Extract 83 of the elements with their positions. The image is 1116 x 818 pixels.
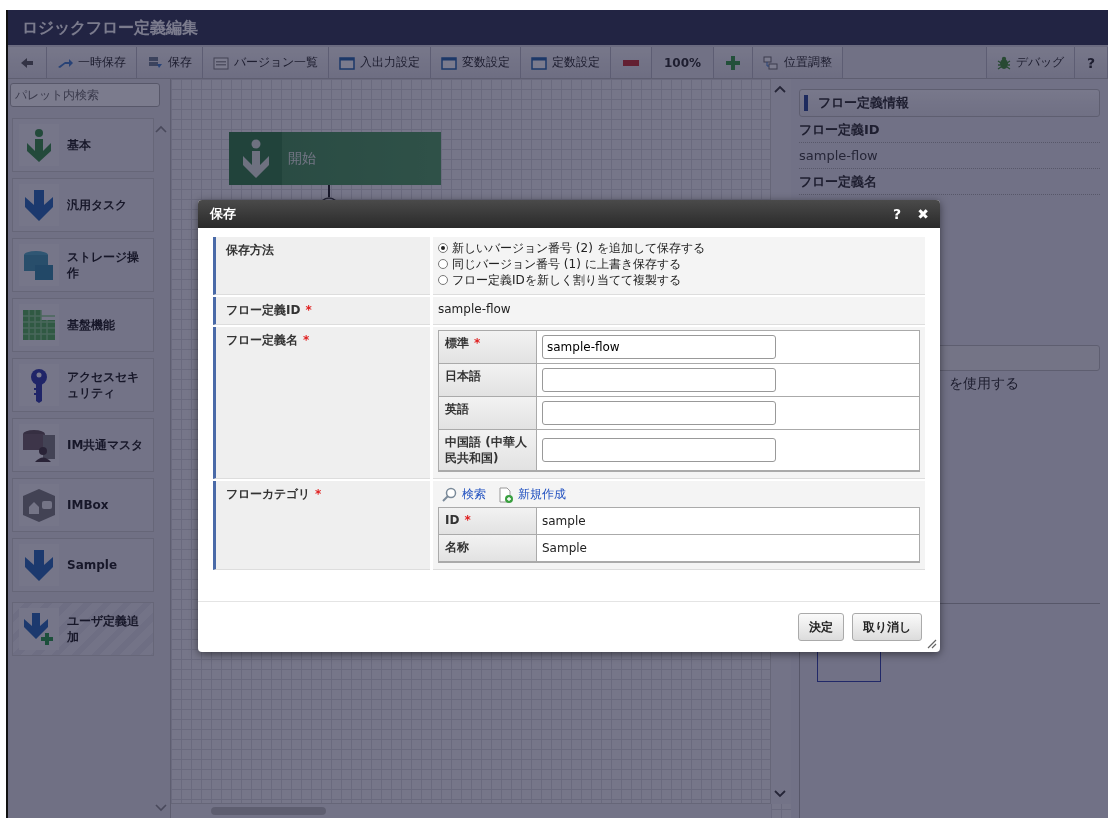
radio-option[interactable]: 同じバージョン番号 (1) に上書き保存する (438, 256, 920, 272)
text-field[interactable]: sample-flow (542, 335, 776, 359)
start-node[interactable]: 開始 (229, 132, 441, 185)
close-button[interactable]: ✖ (912, 206, 934, 222)
palette-item[interactable]: Sample (12, 538, 154, 592)
field-label: フロー定義ID * (213, 297, 430, 325)
building-icon (21, 307, 57, 343)
debug-button[interactable]: デバッグ (986, 47, 1075, 78)
table-header-cell: 中国語 (中華人民共和国) (439, 430, 537, 471)
search-link[interactable]: 検索 (442, 486, 486, 503)
property-label: フロー定義ID (799, 117, 1100, 143)
scroll-down-icon (155, 804, 167, 812)
bug-icon (996, 55, 1011, 70)
minus-icon (623, 59, 639, 66)
field-label: 保存方法 (213, 237, 430, 295)
field-value: sample-flow (438, 302, 511, 316)
required-mark: * (305, 303, 312, 317)
palette-item[interactable]: ストレージ操作 (12, 238, 154, 292)
radio-button[interactable] (438, 259, 448, 269)
variable-settings-button[interactable]: 変数設定 (431, 47, 521, 78)
required-mark: * (474, 336, 481, 350)
window-icon (441, 55, 457, 70)
table-header-cell: 名称 (439, 535, 537, 562)
back-button[interactable] (8, 47, 47, 78)
version-list-button[interactable]: バージョン一覧 (203, 47, 329, 78)
section-header: フロー定義情報 (799, 89, 1100, 117)
table-header-cell: 日本語 (439, 364, 537, 397)
property-value: sample-flow (799, 143, 1100, 169)
add-palette-item[interactable]: ユーザ定義追加 (12, 602, 154, 656)
required-mark: * (315, 487, 322, 501)
io-settings-button[interactable]: 入出力設定 (329, 47, 431, 78)
database-user-icon (21, 427, 57, 463)
table-cell: sample (537, 508, 919, 535)
text-field[interactable] (542, 401, 776, 425)
list-icon (213, 55, 229, 70)
search-icon (442, 486, 458, 503)
left-arrow-icon (20, 56, 34, 69)
palette-item[interactable]: IM共通マスタ (12, 418, 154, 472)
cancel-button[interactable]: 取り消し (852, 613, 922, 641)
dialog-title: 保存 (210, 205, 237, 223)
save-button[interactable]: 保存 (137, 47, 203, 78)
create-link[interactable]: 新規作成 (498, 486, 566, 503)
radio-option[interactable]: 新しいバージョン番号 (2) を追加して保存する (438, 240, 920, 256)
window-icon (531, 55, 547, 70)
box-icon (21, 487, 57, 523)
property-text: を使用する (949, 375, 1020, 393)
window-icon (339, 55, 355, 70)
help-button[interactable]: ? (886, 206, 908, 222)
window-title: ロジックフロー定義編集 (8, 10, 1108, 45)
radio-button[interactable] (438, 243, 448, 253)
resize-handle-icon (927, 639, 937, 649)
zoom-out-button[interactable] (611, 47, 652, 78)
arrange-button[interactable]: 位置調整 (753, 47, 844, 78)
temp-save-button[interactable]: 一時保存 (47, 47, 137, 78)
save-icon (147, 55, 163, 70)
zoom-in-button[interactable] (714, 47, 754, 78)
scroll-up-icon (774, 85, 786, 93)
table-header-cell: ID * (439, 508, 537, 535)
scroll-down-icon (774, 790, 786, 798)
palette-item[interactable]: IMBox (12, 478, 154, 532)
text-field[interactable] (542, 368, 776, 392)
palette-item[interactable]: 汎用タスク (12, 178, 154, 232)
radio-option[interactable]: フロー定義IDを新しく割り当てて複製する (438, 272, 920, 288)
required-mark: * (464, 513, 471, 527)
palette-item[interactable]: 基盤機能 (12, 298, 154, 352)
palette-item[interactable]: アクセスセキュリティ (12, 358, 154, 412)
radio-button[interactable] (438, 275, 448, 285)
arrange-icon (763, 55, 780, 70)
property-label: フロー定義名 (799, 169, 1100, 195)
table-header-cell: 英語 (439, 397, 537, 430)
field-label: フロー定義名 * (213, 327, 430, 479)
constant-settings-button[interactable]: 定数設定 (521, 47, 611, 78)
required-mark: * (303, 333, 310, 347)
palette-item[interactable]: 基本 (12, 118, 154, 172)
table-header-cell: 標準 * (439, 331, 537, 364)
table-cell: Sample (537, 535, 919, 562)
confirm-button[interactable]: 決定 (798, 613, 844, 641)
plus-icon (726, 55, 741, 70)
new-document-icon (498, 486, 514, 503)
help-button[interactable]: ? (1074, 47, 1108, 78)
field-label: フローカテゴリ * (213, 481, 430, 570)
scroll-up-icon (155, 125, 167, 133)
text-field[interactable] (542, 438, 776, 462)
